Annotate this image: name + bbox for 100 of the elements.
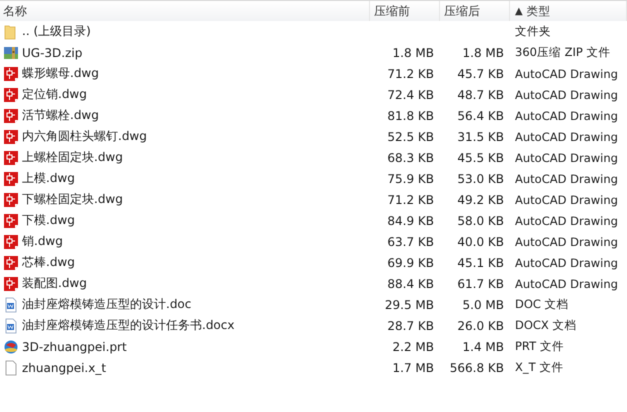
file-type: DOC 文档	[515, 297, 569, 312]
file-name-cell[interactable]: 3D-zhuangpei.prt	[0, 338, 370, 354]
compressed-size: 26.0 KB	[457, 318, 504, 332]
compressed-size: 1.8 MB	[462, 46, 504, 60]
file-name-cell[interactable]: UG-3D.zip	[0, 44, 370, 60]
file-name: 芯棒.dwg	[22, 254, 75, 271]
file-name-cell[interactable]: 装配图.dwg	[0, 275, 370, 292]
file-name: .. (上级目录)	[22, 23, 91, 40]
original-size: 69.9 KB	[387, 256, 434, 270]
file-type: AutoCAD Drawing	[515, 256, 618, 270]
file-name-cell[interactable]: 油封座熔模铸造压型的设计任务书.docx	[0, 317, 370, 334]
file-name-cell[interactable]: .. (上级目录)	[0, 23, 370, 40]
original-size: 52.5 KB	[387, 130, 434, 144]
drawing-file-icon	[3, 86, 19, 102]
file-name: 活节螺栓.dwg	[22, 107, 99, 124]
file-type: AutoCAD Drawing	[515, 172, 618, 186]
compressed-size: 53.0 KB	[457, 172, 504, 186]
original-size: 81.8 KB	[387, 108, 434, 122]
drawing-file-icon	[3, 150, 19, 166]
compressed-size: 45.1 KB	[457, 256, 504, 270]
file-name: 油封座熔模铸造压型的设计任务书.docx	[22, 317, 234, 334]
compressed-size: 5.0 MB	[462, 298, 504, 312]
compressed-size: 58.0 KB	[457, 214, 504, 228]
file-name: 销.dwg	[22, 233, 63, 250]
file-name: 3D-zhuangpei.prt	[22, 340, 127, 354]
original-size: 71.2 KB	[387, 192, 434, 206]
compressed-size: 40.0 KB	[457, 234, 504, 248]
column-header[interactable]: 名称	[0, 1, 370, 21]
file-type: AutoCAD Drawing	[515, 130, 618, 144]
compressed-size: 566.8 KB	[450, 360, 504, 374]
compressed-size: 48.7 KB	[457, 88, 504, 102]
original-size: 68.3 KB	[387, 150, 434, 164]
blank-file-icon	[3, 360, 19, 376]
column-header[interactable]: 压缩前	[370, 1, 440, 21]
file-type: 360压缩 ZIP 文件	[515, 45, 610, 60]
original-size: 72.4 KB	[387, 88, 434, 102]
file-name: 装配图.dwg	[22, 275, 87, 292]
drawing-file-icon	[3, 254, 19, 270]
original-size: 84.9 KB	[387, 214, 434, 228]
document-icon	[3, 296, 19, 312]
file-name: 上模.dwg	[22, 170, 75, 187]
compressed-size: 61.7 KB	[457, 276, 504, 290]
file-name: 油封座熔模铸造压型的设计.doc	[22, 296, 192, 313]
file-type: AutoCAD Drawing	[515, 234, 618, 248]
file-type: X_T 文件	[515, 360, 564, 375]
file-name-cell[interactable]: 下螺栓固定块.dwg	[0, 191, 370, 208]
original-size: 88.4 KB	[387, 276, 434, 290]
compressed-size: 49.2 KB	[457, 192, 504, 206]
compressed-size: 56.4 KB	[457, 108, 504, 122]
file-type: PRT 文件	[515, 339, 564, 354]
original-size: 2.2 MB	[392, 340, 434, 354]
document-icon	[3, 318, 19, 334]
drawing-file-icon	[3, 192, 19, 208]
file-name-cell[interactable]: 销.dwg	[0, 233, 370, 250]
globe-icon	[3, 338, 19, 354]
file-name: UG-3D.zip	[22, 46, 82, 60]
file-name: 上螺栓固定块.dwg	[22, 149, 123, 166]
compressed-size: 1.4 MB	[462, 340, 504, 354]
file-type: AutoCAD Drawing	[515, 192, 618, 206]
original-size: 71.2 KB	[387, 66, 434, 80]
file-type: AutoCAD Drawing	[515, 108, 618, 122]
original-size: 63.7 KB	[387, 234, 434, 248]
file-type: DOCX 文档	[515, 318, 576, 333]
drawing-file-icon	[3, 170, 19, 186]
compressed-size: 31.5 KB	[457, 130, 504, 144]
file-name-cell[interactable]: 活节螺栓.dwg	[0, 107, 370, 124]
file-name: 内六角圆柱头螺钉.dwg	[22, 128, 147, 145]
drawing-file-icon	[3, 108, 19, 124]
file-name-cell[interactable]: 内六角圆柱头螺钉.dwg	[0, 128, 370, 145]
file-name-cell[interactable]: 蝶形螺母.dwg	[0, 65, 370, 82]
column-header[interactable]: 压缩后	[440, 1, 510, 21]
file-type: AutoCAD Drawing	[515, 66, 618, 80]
file-type: AutoCAD Drawing	[515, 88, 618, 102]
original-size: 1.7 MB	[392, 360, 434, 374]
file-type: AutoCAD Drawing	[515, 276, 618, 290]
original-size: 1.8 MB	[392, 46, 434, 60]
column-header[interactable]: ▲ 类型	[510, 1, 627, 21]
original-size: 75.9 KB	[387, 172, 434, 186]
original-size: 28.7 KB	[387, 318, 434, 332]
file-name-cell[interactable]: 定位销.dwg	[0, 86, 370, 103]
drawing-file-icon	[3, 212, 19, 228]
file-name: 蝶形螺母.dwg	[22, 65, 99, 82]
file-name-cell[interactable]: 油封座熔模铸造压型的设计.doc	[0, 296, 370, 313]
file-name-cell[interactable]: 上螺栓固定块.dwg	[0, 149, 370, 166]
compressed-size: 45.5 KB	[457, 150, 504, 164]
drawing-file-icon	[3, 128, 19, 144]
file-name: zhuangpei.x_t	[22, 360, 106, 374]
drawing-file-icon	[3, 276, 19, 292]
file-type: 文件夹	[515, 24, 551, 39]
file-name: 下模.dwg	[22, 212, 75, 229]
file-name-cell[interactable]: 上模.dwg	[0, 170, 370, 187]
file-name: 下螺栓固定块.dwg	[22, 191, 123, 208]
file-name-cell[interactable]: zhuangpei.x_t	[0, 360, 370, 376]
archive-icon	[3, 44, 19, 60]
file-name-cell[interactable]: 芯棒.dwg	[0, 254, 370, 271]
file-type: AutoCAD Drawing	[515, 214, 618, 228]
drawing-file-icon	[3, 66, 19, 82]
original-size: 29.5 MB	[384, 298, 434, 312]
file-type: AutoCAD Drawing	[515, 150, 618, 164]
file-name-cell[interactable]: 下模.dwg	[0, 212, 370, 229]
